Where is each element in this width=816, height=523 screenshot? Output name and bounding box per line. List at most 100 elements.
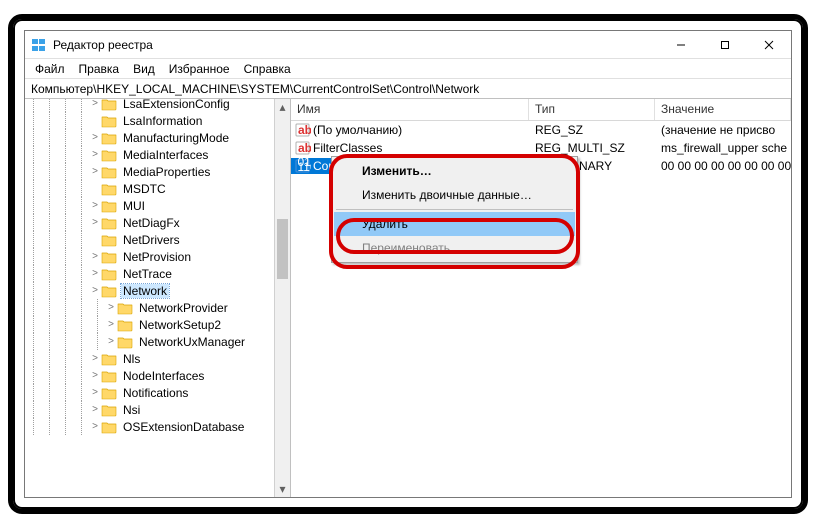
expand-icon[interactable]: > <box>89 404 101 415</box>
expand-icon[interactable]: > <box>89 200 101 211</box>
tree-item-label: ManufacturingMode <box>121 131 231 145</box>
tree-item-label: MediaProperties <box>121 165 212 179</box>
menu-file[interactable]: Файл <box>29 60 71 78</box>
tree-item-label: Network <box>121 284 169 298</box>
tree-item[interactable]: >MediaInterfaces <box>25 146 290 163</box>
folder-icon <box>101 182 117 196</box>
expand-icon[interactable]: > <box>89 251 101 262</box>
value-type: REG_MULTI_SZ <box>529 141 655 155</box>
tree-item-label: LsaInformation <box>121 114 204 128</box>
ctx-delete[interactable]: Удалить <box>334 212 575 236</box>
tree-item[interactable]: > NetDiagFx <box>25 214 290 231</box>
folder-icon <box>101 114 117 128</box>
expand-icon[interactable]: > <box>105 336 117 347</box>
folder-icon <box>101 403 117 417</box>
folder-icon <box>101 165 117 179</box>
folder-icon <box>101 386 117 400</box>
ctx-rename[interactable]: Переименовать <box>334 236 575 260</box>
tree-pane[interactable]: >LsaExtensionConfig LsaInformation > Manufa… <box>25 99 291 497</box>
value-type-icon: ab <box>295 140 311 156</box>
folder-icon <box>117 318 133 332</box>
menu-help[interactable]: Справка <box>238 60 297 78</box>
expand-icon[interactable]: > <box>105 319 117 330</box>
folder-icon <box>101 216 117 230</box>
folder-icon <box>101 99 117 111</box>
tree-item-label: MSDTC <box>121 182 168 196</box>
folder-icon <box>101 369 117 383</box>
expand-icon[interactable]: > <box>89 370 101 381</box>
expand-icon[interactable]: > <box>89 99 101 109</box>
maximize-button[interactable] <box>703 31 747 59</box>
tree-item[interactable]: NetDrivers <box>25 231 290 248</box>
ctx-modify[interactable]: Изменить… <box>334 159 575 183</box>
expand-icon[interactable]: > <box>89 353 101 364</box>
tree-item-label: MUI <box>121 199 147 213</box>
folder-icon <box>101 267 117 281</box>
scroll-down-icon[interactable]: ▾ <box>275 481 290 497</box>
column-name[interactable]: Имя <box>291 99 529 120</box>
tree-item[interactable]: > NetProvision <box>25 248 290 265</box>
tree-item[interactable]: >NetworkUxManager <box>25 333 290 350</box>
address-bar[interactable]: Компьютер\HKEY_LOCAL_MACHINE\SYSTEM\Curr… <box>25 79 791 99</box>
tree-item-label: NetworkSetup2 <box>137 318 223 332</box>
tree-item-label: NetTrace <box>121 267 174 281</box>
expand-icon[interactable]: > <box>89 421 101 432</box>
scroll-thumb[interactable] <box>277 219 288 279</box>
tree-item[interactable]: > Nls <box>25 350 290 367</box>
titlebar: Редактор реестра <box>25 31 791 59</box>
expand-icon[interactable]: > <box>105 302 117 313</box>
tree-item[interactable]: > NetTrace <box>25 265 290 282</box>
tree-item-label: OSExtensionDatabase <box>121 420 246 434</box>
window-title: Редактор реестра <box>53 38 659 52</box>
tree-item[interactable]: >Notifications <box>25 384 290 401</box>
value-data: (значение не присво <box>655 123 791 137</box>
menu-edit[interactable]: Правка <box>73 60 126 78</box>
tree-scrollbar[interactable]: ▴ ▾ <box>274 99 290 497</box>
folder-icon <box>117 301 133 315</box>
expand-icon[interactable]: > <box>89 166 101 177</box>
value-type-icon: 011110 <box>295 158 311 174</box>
column-value[interactable]: Значение <box>655 99 791 120</box>
ctx-modify-binary[interactable]: Изменить двоичные данные… <box>334 183 575 207</box>
tree-item[interactable]: > OSExtensionDatabase <box>25 418 290 435</box>
folder-icon <box>101 148 117 162</box>
folder-icon <box>117 335 133 349</box>
context-menu: Изменить… Изменить двоичные данные… Удал… <box>331 156 578 263</box>
folder-icon <box>101 420 117 434</box>
tree-item-label: NetProvision <box>121 250 193 264</box>
tree-item[interactable]: > NetworkSetup2 <box>25 316 290 333</box>
tree-item[interactable]: > MediaProperties <box>25 163 290 180</box>
folder-icon <box>101 250 117 264</box>
tree-item-label: Nls <box>121 352 142 366</box>
expand-icon[interactable]: > <box>89 132 101 143</box>
close-button[interactable] <box>747 31 791 59</box>
menu-view[interactable]: Вид <box>127 60 161 78</box>
folder-icon <box>101 131 117 145</box>
list-header[interactable]: Имя Тип Значение <box>291 99 791 121</box>
svg-text:ab: ab <box>298 141 311 155</box>
expand-icon[interactable]: > <box>89 149 101 160</box>
tree-item[interactable]: >NodeInterfaces <box>25 367 290 384</box>
expand-icon[interactable]: > <box>89 268 101 279</box>
menubar: Файл Правка Вид Избранное Справка <box>25 59 791 79</box>
expand-icon[interactable]: > <box>89 217 101 228</box>
tree-item[interactable]: > MUI <box>25 197 290 214</box>
tree-item[interactable]: LsaInformation <box>25 112 290 129</box>
svg-text:110: 110 <box>298 160 312 174</box>
tree-item-label: NetDiagFx <box>121 216 182 230</box>
minimize-button[interactable] <box>659 31 703 59</box>
tree-item[interactable]: >LsaExtensionConfig <box>25 99 290 112</box>
tree-item[interactable]: MSDTC <box>25 180 290 197</box>
scroll-up-icon[interactable]: ▴ <box>275 99 290 115</box>
tree-item[interactable]: > ManufacturingMode <box>25 129 290 146</box>
folder-icon <box>101 352 117 366</box>
menu-favorites[interactable]: Избранное <box>163 60 236 78</box>
expand-icon[interactable]: > <box>89 387 101 398</box>
list-row[interactable]: abFilterClassesREG_MULTI_SZms_firewall_u… <box>291 139 791 157</box>
tree-item[interactable]: > Network <box>25 282 290 299</box>
list-row[interactable]: ab(По умолчанию)REG_SZ(значение не присв… <box>291 121 791 139</box>
expand-icon[interactable]: > <box>89 285 101 296</box>
tree-item[interactable]: >NetworkProvider <box>25 299 290 316</box>
column-type[interactable]: Тип <box>529 99 655 120</box>
tree-item[interactable]: >Nsi <box>25 401 290 418</box>
